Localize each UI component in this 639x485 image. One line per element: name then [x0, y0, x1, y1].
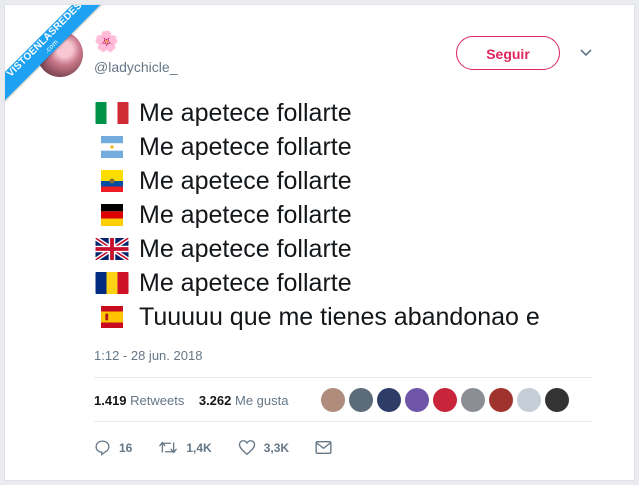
tweet-line-text: Me apetece follarte [139, 268, 352, 297]
tweet-actions: 16 1,4K 3,3K [94, 439, 366, 456]
reply-icon [95, 440, 110, 456]
ecuador-flag-icon [101, 170, 123, 192]
tweet-line: Me apetece follarte [95, 130, 540, 164]
like-count: 3,3K [263, 440, 290, 455]
likes-stat[interactable]: 3.262 Me gusta [199, 393, 289, 408]
retweet-button[interactable]: 1,4K [158, 439, 212, 456]
ribbon-main-text: VISTOENLASREDES [5, 5, 85, 80]
follow-button[interactable]: Seguir [456, 36, 560, 70]
tweet-line-text: Tuuuuu que me tienes abandonao e [139, 302, 540, 331]
reply-button[interactable]: 16 [94, 439, 132, 456]
tweet-text: Me apetece follarte Me apetece follarte … [95, 96, 540, 334]
likes-count: 3.262 [198, 393, 232, 408]
like-button[interactable]: 3,3K [238, 439, 289, 456]
retweets-label: Retweets [130, 393, 185, 408]
divider [94, 377, 592, 378]
romania-flag-icon [95, 272, 129, 294]
tweet-card: VISTOENLASREDES .com 🌸 @ladychicle_ Segu… [4, 4, 635, 481]
liker-avatar[interactable] [405, 388, 429, 412]
tweet-line: Me apetece follarte [95, 266, 540, 300]
chevron-down-icon[interactable] [579, 45, 593, 59]
argentina-flag-icon [101, 136, 123, 158]
liker-avatar[interactable] [517, 388, 541, 412]
tweet-line: Me apetece follarte [95, 232, 540, 266]
likes-label: Me gusta [235, 393, 289, 408]
liker-avatar[interactable] [321, 388, 345, 412]
tweet-line: Me apetece follarte [95, 96, 540, 130]
germany-flag-icon [101, 204, 123, 226]
retweet-icon [159, 441, 178, 454]
liker-avatar[interactable] [377, 388, 401, 412]
spain-flag-icon [101, 306, 123, 328]
liker-avatar[interactable] [489, 388, 513, 412]
tweet-timestamp[interactable]: 1:12 - 28 jun. 2018 [94, 348, 202, 363]
divider [94, 421, 592, 422]
engagement-stats: 1.419 Retweets 3.262 Me gusta [94, 393, 289, 408]
tweet-line-text: Me apetece follarte [139, 234, 352, 263]
tweet-line-text: Me apetece follarte [139, 200, 352, 229]
liker-avatar[interactable] [461, 388, 485, 412]
liker-avatar[interactable] [349, 388, 373, 412]
retweet-count: 1,4K [186, 440, 212, 455]
message-button[interactable] [315, 440, 340, 455]
envelope-icon [315, 441, 332, 454]
liker-avatar[interactable] [545, 388, 569, 412]
tweet-line-text: Me apetece follarte [139, 132, 352, 161]
tweet-line-text: Me apetece follarte [139, 166, 352, 195]
liker-avatars [321, 388, 573, 412]
tweet-line-text: Me apetece follarte [139, 98, 352, 127]
reply-count: 16 [119, 440, 133, 455]
heart-icon [238, 440, 255, 456]
liker-avatar[interactable] [433, 388, 457, 412]
tweet-line: Me apetece follarte [95, 164, 540, 198]
watermark-ribbon: VISTOENLASREDES .com [5, 5, 125, 125]
tweet-line: Tuuuuu que me tienes abandonao e [95, 300, 540, 334]
uk-flag-icon [95, 238, 129, 260]
retweets-stat[interactable]: 1.419 Retweets [94, 393, 188, 408]
tweet-line: Me apetece follarte [95, 198, 540, 232]
retweets-count: 1.419 [94, 393, 127, 408]
